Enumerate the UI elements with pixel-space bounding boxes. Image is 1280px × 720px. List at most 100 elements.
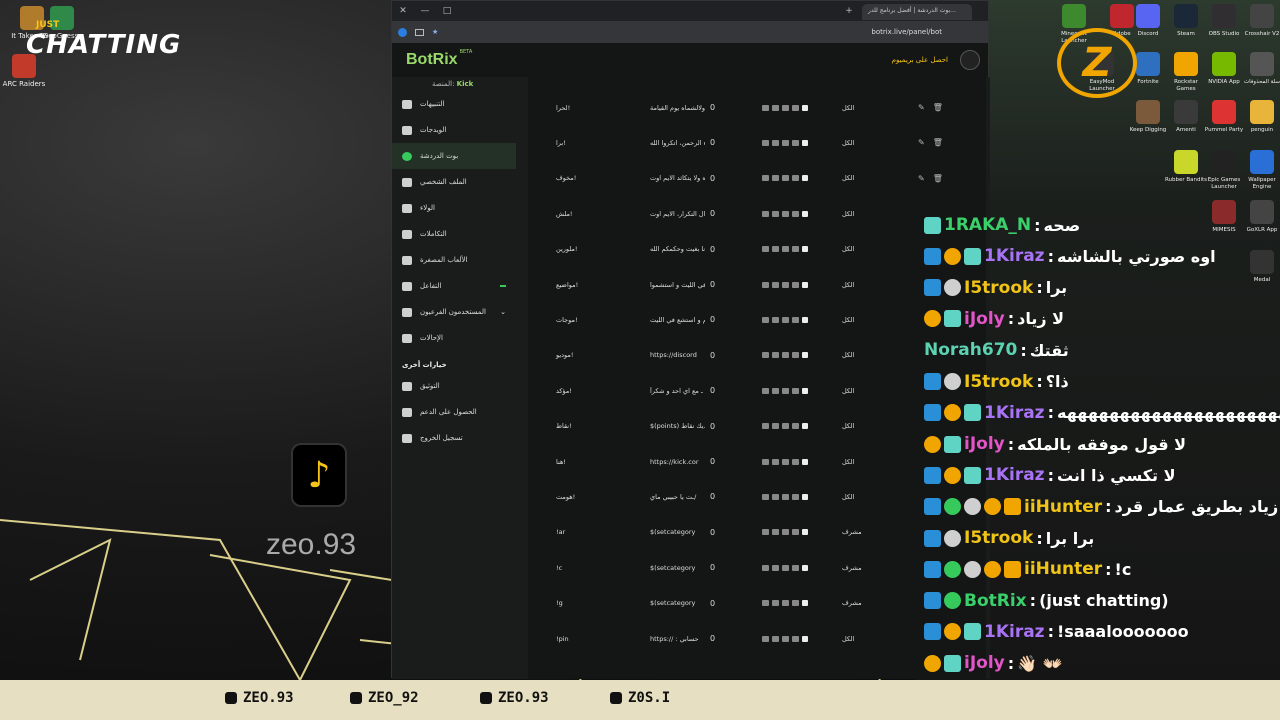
delete-icon[interactable]: 🗑 [933,174,943,183]
chat-message: iJoly : 👋🏻 👐🏻 [924,648,1063,678]
sidebar-item-2[interactable]: بوت الدردشة [392,143,516,169]
kick-icon [802,423,808,430]
app-icon [1212,52,1236,76]
desktop-icon[interactable]: penguin [1240,100,1280,134]
get-premium-link[interactable]: احصل على بريميوم [892,56,948,64]
teal-badge-icon [964,466,981,484]
command-response: $(setcategory [650,599,696,608]
tab-search-icon[interactable] [415,28,424,36]
botrix-logo[interactable]: BotRix [406,51,458,69]
command-role: الكل [842,634,855,643]
edit-icon[interactable]: ✎ [918,174,925,183]
sidebar-other-0[interactable]: التوثيق [392,373,516,399]
youtube-icon [772,458,779,465]
facebook-icon [792,493,799,500]
teal-badge-icon [964,404,981,422]
command-response: ه ولا يتكاثد الايم اوت [650,174,705,183]
chevron-down-icon[interactable]: ⌄ [500,308,506,316]
desktop-icon-label: Epic Games Launcher [1207,177,1241,190]
info-icon[interactable] [398,27,407,37]
command-name: موجات! [556,315,578,324]
window-close-button[interactable]: ✕ [392,6,414,16]
app-icon [1212,4,1236,28]
desktop-icon[interactable]: سلة المحذوفات [1240,52,1280,86]
url-field[interactable]: botrix.live/panel/bot [871,28,942,36]
command-name: مواضيع! [556,280,579,289]
desktop-icon[interactable]: Crosshair V2 [1240,4,1280,38]
row-actions: ✎ 🗑 [918,138,943,147]
sidebar-item-6[interactable]: الألعاب المصغرة [392,247,516,273]
new-tab-button[interactable]: + [838,6,860,16]
desktop-icon-label: Pummel Party [1204,127,1244,133]
edit-icon[interactable]: ✎ [918,138,925,147]
sidebar-other-1[interactable]: الحصول على الدعم [392,399,516,425]
table-row: موديو! https://discord 0 الكل [528,338,986,373]
avatar[interactable] [960,50,980,70]
chat-username: iJoly [964,308,1005,329]
sidebar-item-4[interactable]: الولاء [392,195,516,221]
desktop-icon-label: Discord [1137,31,1159,37]
facebook-icon [792,458,799,465]
youtube-icon [772,175,779,182]
command-role: الكل [842,138,855,147]
chat-username: I5trook [964,277,1034,298]
table-row: برا! ء الرحمن، اتكروا الله 0 الكل ✎ 🗑 [528,125,986,160]
sidebar-item-1[interactable]: الويدجات [392,117,516,143]
command-response: ـ مع اي احد و شكراً [650,386,703,395]
window-minimize-button[interactable]: — [414,6,436,16]
grey-badge-icon [944,529,961,547]
kick-icon [802,281,808,288]
youtube-icon [772,104,779,111]
command-response: ـ انا بغيت وحكمكم الله [650,245,705,254]
kick-icon [802,210,808,217]
sidebar-other-2[interactable]: تسجيل الخروج [392,425,516,451]
youtube-icon [772,246,779,253]
sidebar-item-7[interactable]: التفاعل [392,273,516,299]
chat-separator: : [1047,465,1054,485]
twitch-icon [762,458,769,465]
browser-tab[interactable]: بوت الدردشة | أفضل برنامج للدر... [862,4,972,20]
youtube-icon [772,493,779,500]
delete-icon[interactable]: 🗑 [933,138,943,147]
chat-separator: : [1047,622,1054,642]
window-maximize-button[interactable]: □ [436,6,458,16]
other-options-title: خيارات أخرى [402,361,447,369]
sidebar-item-9[interactable]: الإحالات [392,325,516,351]
chat-text: برا [1045,278,1068,298]
commands-table: لحرا! ولالشماه يوم القيامة 0 الكل ✎ 🗑 برا! ء ال… [528,77,986,679]
blue-badge-icon [924,592,941,610]
command-uses: 0 [710,492,716,502]
music-icon [402,281,412,291]
platform-selector[interactable]: المنصة: Kick [392,77,516,91]
sidebar-item-label: الألعاب المصغرة [420,256,468,264]
facebook-icon [792,387,799,394]
chat-message: 1Kiraz : هههههههههههههههههههههههههه [924,398,1280,428]
bookmark-star-icon[interactable]: ★ [432,28,438,36]
delete-icon[interactable]: 🗑 [933,103,943,112]
grey-badge-icon [964,560,981,578]
trovo-icon [782,423,789,430]
app-icon [1212,100,1236,124]
chat-text: لا زياد [1017,309,1065,329]
edit-icon[interactable]: ✎ [918,103,925,112]
sidebar-item-5[interactable]: التكاملات [392,221,516,247]
twitch-icon [762,635,769,642]
chat-message: 1Kiraz : اوه صورتي بالشاشه [924,241,1216,271]
sidebar-item-3[interactable]: الملف الشخصي [392,169,516,195]
platform-icons [762,458,808,465]
gold-badge-icon [924,310,941,328]
sidebar-item-label: التنبيهات [420,100,445,108]
sidebar-item-0[interactable]: التنبيهات [392,91,516,117]
kick-icon [802,352,808,359]
chat-panel: 1RAKA_N : صحه 1Kiraz : اوه صورتي بالشاشه I… [920,210,1280,680]
social-text: ZEO.93 [243,690,294,706]
sidebar-item-8[interactable]: المستخدمون الفرعيون ⌄ [392,299,516,325]
command-uses: 0 [710,421,716,431]
command-uses: 0 [710,457,716,466]
facebook-icon [792,529,799,536]
desktop-icon-label: penguin [1250,127,1274,133]
kick-icon [802,564,808,571]
command-uses: 0 [710,315,716,325]
desktop-icon[interactable]: Wallpaper Engine [1240,150,1280,190]
trovo-icon [782,316,789,323]
